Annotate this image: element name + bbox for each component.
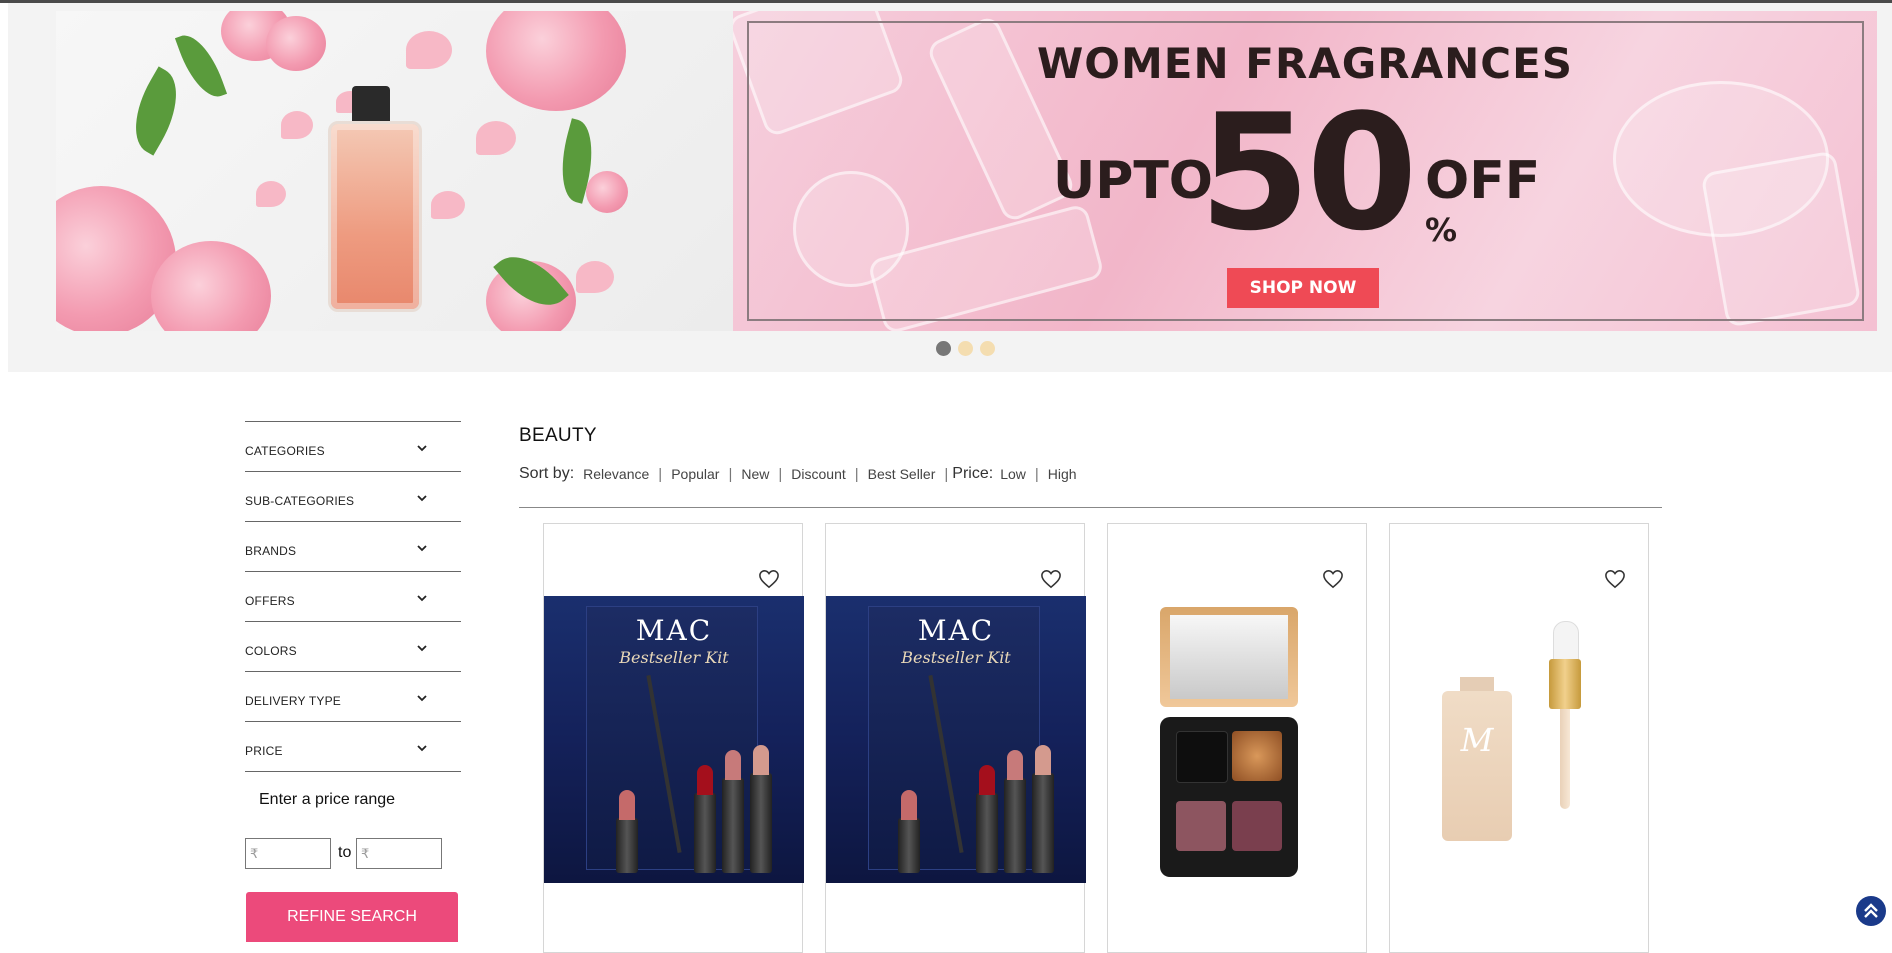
product-image[interactable] xyxy=(1160,607,1298,877)
min-price-input[interactable]: ₹ xyxy=(245,838,331,869)
sort-price-label: Price: xyxy=(952,465,994,482)
sort-best-seller[interactable]: Best Seller xyxy=(868,466,936,482)
product-image[interactable]: MAC Bestseller Kit xyxy=(826,596,1086,883)
double-chevron-up-icon xyxy=(1864,903,1878,918)
filter-label: BRANDS xyxy=(245,544,297,558)
sort-bar: Sort by: Relevance | Popular | New | Dis… xyxy=(519,465,1077,483)
sort-relevance[interactable]: Relevance xyxy=(583,466,649,482)
product-card[interactable]: MAC Bestseller Kit xyxy=(543,523,804,953)
filter-label: CATEGORIES xyxy=(245,444,325,458)
product-card[interactable] xyxy=(1107,523,1367,953)
heart-icon[interactable] xyxy=(1040,569,1062,589)
refine-search-button[interactable]: REFINE SEARCH xyxy=(246,892,458,942)
product-card[interactable]: MAC Bestseller Kit xyxy=(825,523,1086,953)
carousel-dots xyxy=(936,341,995,356)
sort-label: Sort by: xyxy=(519,465,575,482)
filter-label: DELIVERY TYPE xyxy=(245,694,341,708)
separator: | xyxy=(854,465,859,483)
filter-brands[interactable]: BRANDS xyxy=(245,521,461,571)
product-image[interactable]: MAC Bestseller Kit xyxy=(544,596,804,883)
sort-popular[interactable]: Popular xyxy=(671,466,719,482)
carousel-dot-2[interactable] xyxy=(958,341,973,356)
heart-icon[interactable] xyxy=(1322,569,1344,589)
product-subtitle: Bestseller Kit xyxy=(619,648,729,667)
carousel-dot-1[interactable] xyxy=(936,341,951,356)
separator: | xyxy=(658,465,663,483)
filter-delivery-type[interactable]: DELIVERY TYPE xyxy=(245,671,461,721)
chevron-down-icon xyxy=(417,695,427,702)
banner-discount-number: 50 xyxy=(1199,79,1418,266)
heart-icon[interactable] xyxy=(1604,569,1626,589)
filter-label: PRICE xyxy=(245,744,283,758)
perfume-bottle xyxy=(328,121,422,312)
filter-label: COLORS xyxy=(245,644,297,658)
scroll-to-top-button[interactable] xyxy=(1856,896,1886,926)
product-image[interactable]: M xyxy=(1390,596,1650,883)
filter-price[interactable]: PRICE xyxy=(245,721,461,771)
sort-discount[interactable]: Discount xyxy=(791,466,845,482)
carousel-dot-3[interactable] xyxy=(980,341,995,356)
chevron-down-icon xyxy=(417,595,427,602)
filter-categories[interactable]: CATEGORIES xyxy=(245,421,461,471)
hero-banner-section: WOMEN FRAGRANCES UPTO 50 OFF % SHOP NOW xyxy=(8,3,1892,372)
chevron-down-icon xyxy=(417,445,427,452)
filter-label: SUB-CATEGORIES xyxy=(245,494,355,508)
product-brand-logo: MAC xyxy=(917,614,995,647)
chevron-down-icon xyxy=(417,745,427,752)
filter-offers[interactable]: OFFERS xyxy=(245,571,461,621)
hero-banner[interactable]: WOMEN FRAGRANCES UPTO 50 OFF % SHOP NOW xyxy=(56,11,1877,331)
filter-sidebar: CATEGORIES SUB-CATEGORIES BRANDS OFFERS … xyxy=(245,421,461,772)
product-brand-logo: MAC xyxy=(635,614,713,647)
price-to-label: to xyxy=(338,844,352,861)
filter-sub-categories[interactable]: SUB-CATEGORIES xyxy=(245,471,461,521)
separator: | xyxy=(944,465,949,483)
sort-new[interactable]: New xyxy=(741,466,769,482)
banner-offer-panel: WOMEN FRAGRANCES UPTO 50 OFF % SHOP NOW xyxy=(733,11,1877,331)
sort-price-low[interactable]: Low xyxy=(1000,466,1026,482)
separator: | xyxy=(778,465,783,483)
filter-label: OFFERS xyxy=(245,594,295,608)
chevron-down-icon xyxy=(417,545,427,552)
banner-off: OFF xyxy=(1425,151,1541,211)
product-brand-logo: M xyxy=(1460,721,1494,759)
sort-price-high[interactable]: High xyxy=(1048,466,1077,482)
max-price-input[interactable]: ₹ xyxy=(356,838,442,869)
separator: | xyxy=(728,465,733,483)
filter-colors[interactable]: COLORS xyxy=(245,621,461,671)
chevron-down-icon xyxy=(417,495,427,502)
price-range-label: Enter a price range xyxy=(259,791,396,808)
listing-divider xyxy=(519,507,1662,508)
chevron-down-icon xyxy=(417,645,427,652)
shop-now-button[interactable]: SHOP NOW xyxy=(1227,268,1379,308)
banner-percent: % xyxy=(1425,211,1458,249)
product-subtitle: Bestseller Kit xyxy=(901,648,1011,667)
product-card[interactable]: M xyxy=(1389,523,1649,953)
banner-upto: UPTO xyxy=(1053,151,1214,211)
heart-icon[interactable] xyxy=(758,569,780,589)
page-title: BEAUTY xyxy=(519,425,597,446)
sidebar-divider xyxy=(245,771,461,772)
separator: | xyxy=(1034,465,1039,483)
banner-perfume-image xyxy=(56,11,733,331)
